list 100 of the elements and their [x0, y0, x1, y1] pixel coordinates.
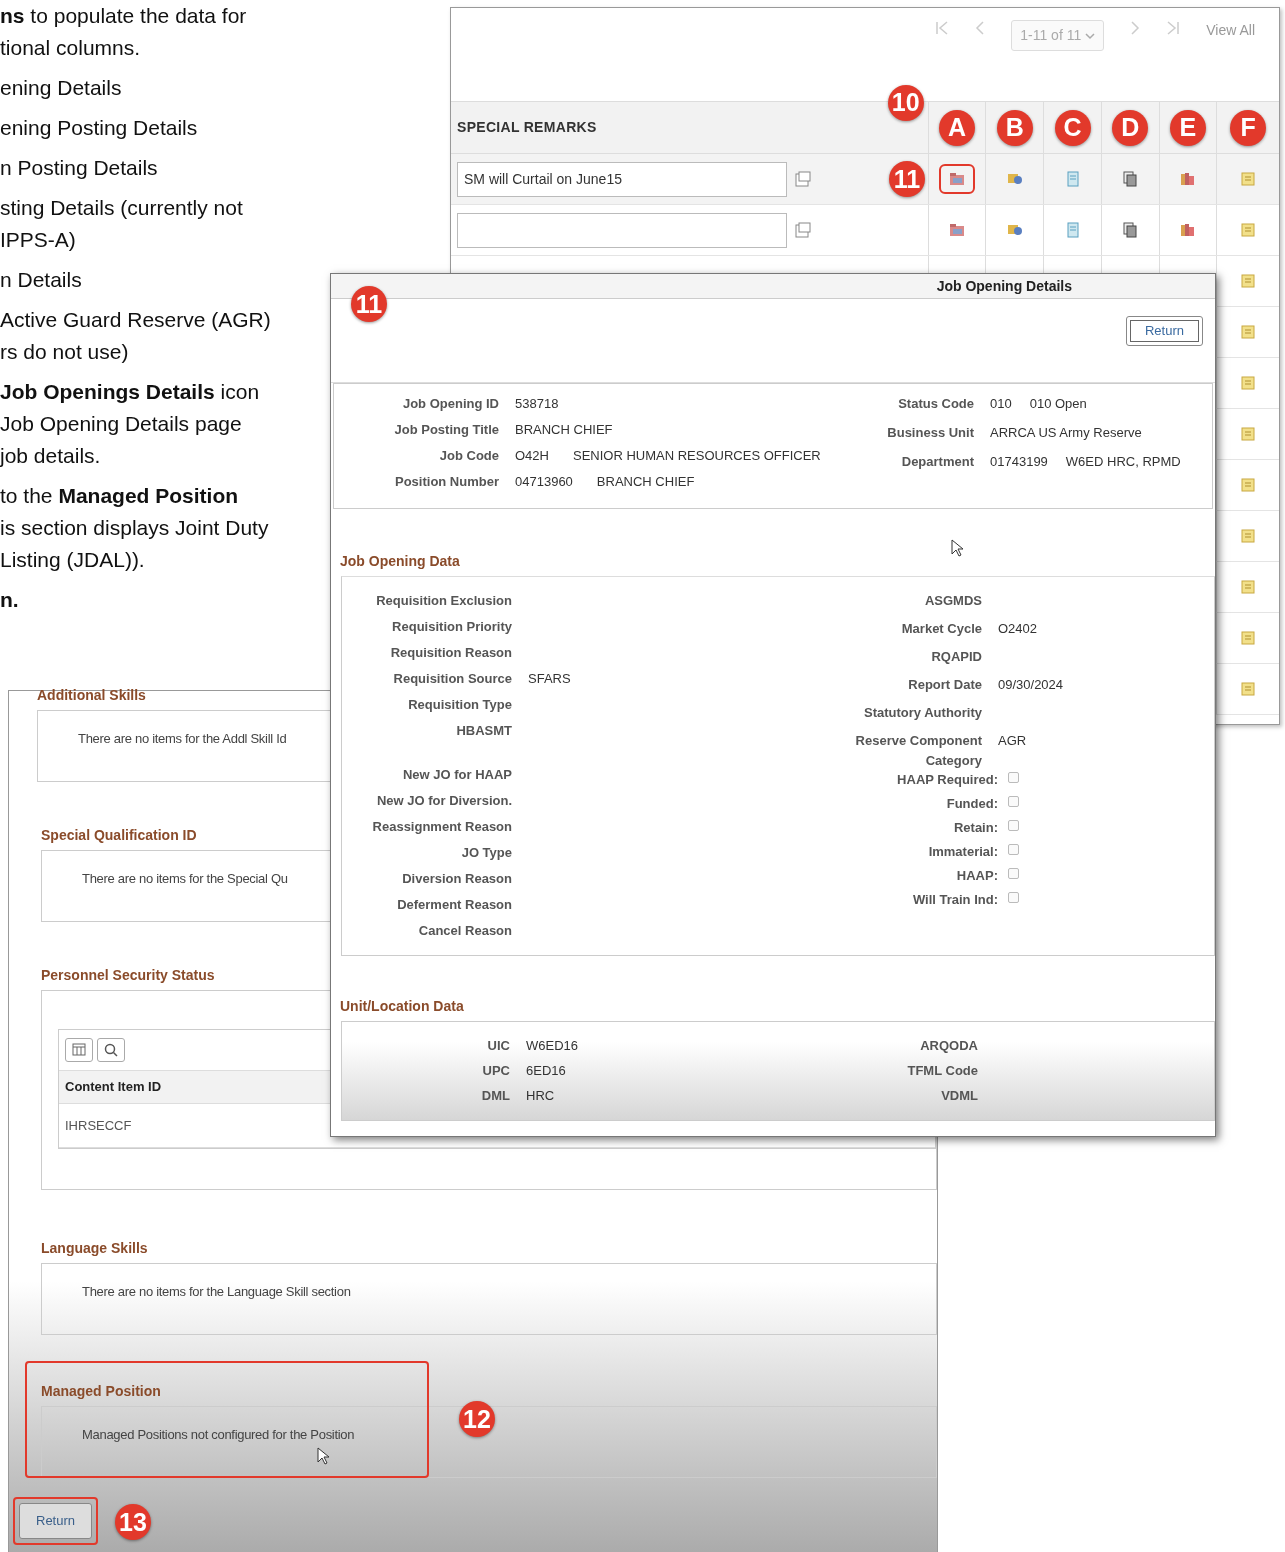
checkbox[interactable] [1008, 796, 1019, 807]
field-label: Cancel Reason [417, 922, 512, 940]
note-icon[interactable] [1240, 324, 1257, 340]
instruction-text: Job Openings Details icon Job Opening Details page job details. [0, 379, 261, 469]
field-label: VDML [940, 1087, 978, 1105]
next-icon[interactable] [1130, 20, 1141, 36]
field-label: Job Code [438, 447, 499, 465]
callout-badge: E [1169, 109, 1206, 146]
field-label: Job Posting Title [393, 421, 499, 439]
field-label: Requisition Exclusion [375, 592, 512, 610]
checkbox[interactable] [1008, 820, 1019, 831]
folder-icon[interactable] [949, 171, 966, 187]
note-icon[interactable] [1240, 375, 1257, 391]
column-header: SPECIAL REMARKS [457, 118, 597, 137]
field-label: Business Unit [886, 424, 974, 442]
document-icon[interactable] [1064, 222, 1081, 238]
window-title: Job Opening Details [936, 276, 1072, 296]
field-label: Position Number [394, 473, 499, 491]
grid-view-button[interactable] [65, 1038, 93, 1062]
copy-icon[interactable] [1122, 222, 1139, 238]
note-icon[interactable] [1240, 426, 1257, 442]
instruction-text: sting Details (currently not IPPS-A) [0, 195, 244, 253]
field-value: BRANCH CHIEF [596, 473, 695, 491]
section-title: Personnel Security Status [41, 966, 215, 985]
instruction-text: ening Details [0, 75, 123, 101]
field-value: HRC [526, 1087, 555, 1105]
instruction-text: to the Managed Position is section displays Joint Duty Listing (JDAL)). [0, 483, 270, 573]
field-label: DML [480, 1087, 510, 1105]
callout-badge: 11 [351, 286, 387, 322]
expand-icon[interactable] [795, 222, 811, 238]
callout-badge: F [1230, 109, 1267, 146]
first-page-icon[interactable] [935, 20, 950, 36]
empty-message: Managed Positions not configured for the Position [82, 1427, 355, 1442]
checkbox[interactable] [1008, 844, 1019, 855]
section-title: Unit/Location Data [340, 997, 465, 1016]
instruction-text: Active Guard Reserve (AGR) rs do not use) [0, 307, 272, 365]
field-label: Will Train Ind: [911, 891, 998, 909]
field-label: Requisition Priority [391, 618, 512, 636]
field-value: 01743199 [990, 453, 1048, 471]
field-value: W6ED16 [526, 1037, 579, 1055]
last-page-icon[interactable] [1166, 20, 1181, 36]
expand-icon[interactable] [795, 171, 811, 187]
note-icon[interactable] [1240, 528, 1257, 544]
field-label: ARQODA [919, 1037, 978, 1055]
note-icon[interactable] [1240, 273, 1257, 289]
grid-icon [72, 1043, 86, 1057]
field-label: UIC [486, 1037, 510, 1055]
return-button[interactable]: Return [1125, 316, 1203, 346]
checkbox[interactable] [1008, 892, 1019, 903]
field-value: ARRCA US Army Reserve [990, 424, 1142, 442]
field-label: Job Opening ID [401, 395, 499, 413]
note-icon[interactable] [1240, 477, 1257, 493]
field-label: Retain: [952, 819, 998, 837]
field-label: Reassignment Reason [371, 818, 512, 836]
field-label: Requisition Source [392, 670, 512, 688]
copy-icon[interactable] [1122, 171, 1139, 187]
field-value: 538718 [515, 395, 559, 413]
callout-badge: 10 [887, 84, 924, 121]
callout-badge: A [939, 109, 976, 146]
previous-icon[interactable] [975, 20, 986, 36]
return-button[interactable]: Return [19, 1503, 93, 1539]
note-icon[interactable] [1240, 681, 1257, 697]
section-title: Special Qualification ID [41, 826, 197, 845]
field-value: AGR [998, 732, 1027, 750]
section-title: Managed Position [41, 1382, 161, 1401]
note-icon[interactable] [1240, 222, 1257, 238]
field-label: Diversion Reason [401, 870, 512, 888]
instruction-text: n Posting Details [0, 155, 159, 181]
field-value: SENIOR HUMAN RESOURCES OFFICER [572, 447, 821, 465]
empty-message: There are no items for the Special Qu [82, 871, 288, 886]
checkbox[interactable] [1008, 772, 1019, 783]
field-value: 09/30/2024 [998, 676, 1064, 694]
cursor-icon [317, 1447, 331, 1465]
folder-icon[interactable] [949, 222, 966, 238]
remark-field[interactable]: SM will Curtail on June15 [457, 161, 787, 197]
field-label: Requisition Type [407, 696, 512, 714]
field-value: 010 [990, 395, 1012, 413]
note-icon[interactable] [1240, 630, 1257, 646]
field-value: 04713960 [515, 473, 573, 491]
field-label: Report Date [907, 676, 982, 694]
instruction-text: ening Posting Details [0, 115, 199, 141]
search-icon [104, 1043, 118, 1057]
field-label: Deferment Reason [396, 896, 512, 914]
caret-icon [1085, 31, 1096, 40]
callout-badge: 13 [115, 1504, 151, 1540]
checkbox[interactable] [1008, 868, 1019, 879]
field-label: Market Cycle [900, 620, 982, 638]
note-icon[interactable] [1240, 171, 1257, 187]
field-value: 010 Open [1029, 395, 1087, 413]
field-value: O2402 [998, 620, 1038, 638]
document-icon[interactable] [1064, 171, 1081, 187]
field-label: RQAPID [930, 648, 982, 666]
view-all-link[interactable]: View All [1206, 20, 1255, 41]
empty-message: There are no items for the Language Skill section [82, 1284, 351, 1299]
search-button[interactable] [97, 1038, 125, 1062]
note-icon[interactable] [1240, 579, 1257, 595]
field-label: HAAP: [955, 867, 998, 885]
callout-badge: B [996, 109, 1033, 146]
remark-field[interactable] [457, 212, 787, 248]
field-label: Statutory Authority [863, 704, 982, 722]
